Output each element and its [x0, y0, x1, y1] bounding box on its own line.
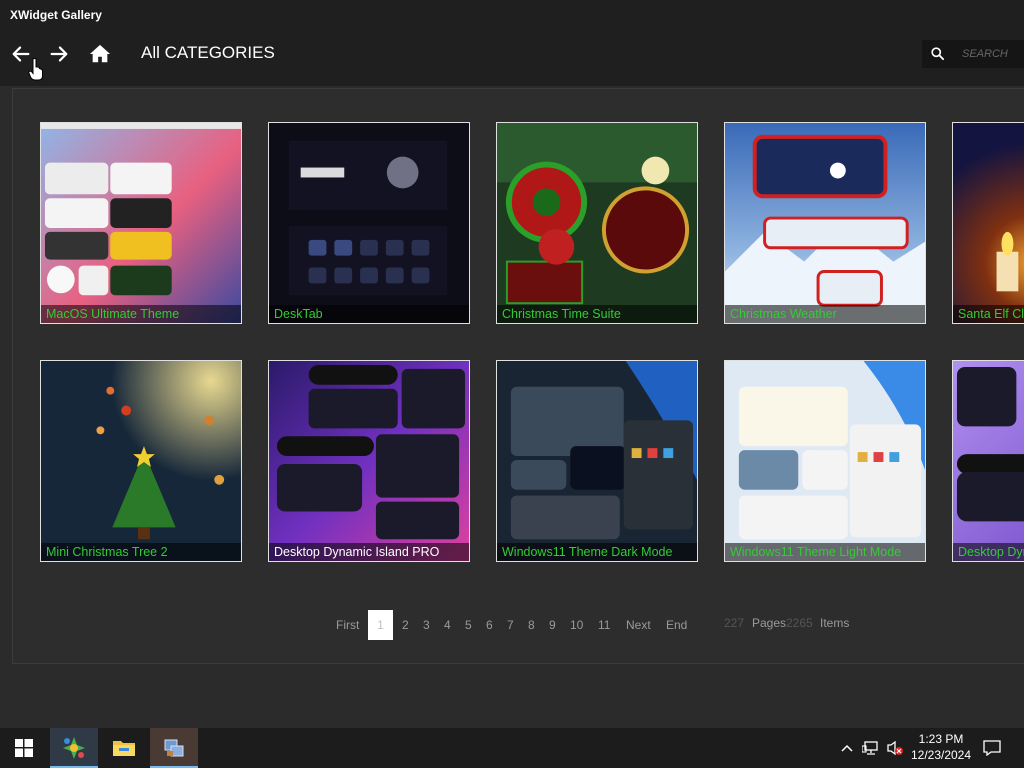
next-page-link[interactable]: Next — [626, 618, 651, 632]
widget-name: DeskTab — [269, 305, 469, 323]
taskbar-network-tool[interactable] — [150, 728, 198, 768]
page-link-5[interactable]: 5 — [465, 618, 472, 632]
arrow-left-icon — [12, 46, 30, 62]
widget-thumbnail — [269, 361, 469, 561]
widget-name: Desktop Dynamic Island PRO — [269, 543, 469, 561]
page-count: 227 — [724, 616, 745, 630]
widget-card[interactable]: Windows11 Theme Light Mode — [724, 360, 926, 562]
widget-card[interactable]: Christmas Weather — [724, 122, 926, 324]
start-button[interactable] — [0, 728, 48, 768]
pagination: First 1 2 3 4 5 6 7 8 9 10 11 Next End 2… — [0, 610, 1024, 642]
volume-button[interactable] — [884, 728, 906, 768]
widget-card[interactable]: Windows11 Theme Dark Mode — [496, 360, 698, 562]
volume-muted-icon — [887, 740, 903, 756]
arrow-right-icon — [50, 46, 68, 62]
widget-thumbnail — [497, 123, 697, 323]
nav-bar: All CATEGORIES — [0, 30, 1024, 86]
widget-card[interactable]: Desktop Dynamic Island — [952, 360, 1024, 562]
widget-thumbnail — [41, 123, 241, 323]
page-link-6[interactable]: 6 — [486, 618, 493, 632]
page-link-11[interactable]: 11 — [598, 618, 610, 632]
window-title: XWidget Gallery — [10, 8, 102, 22]
network-status-button[interactable] — [860, 728, 882, 768]
show-hidden-icons-button[interactable] — [838, 728, 856, 768]
taskbar-file-explorer[interactable] — [100, 728, 148, 768]
widget-card[interactable]: Christmas Time Suite — [496, 122, 698, 324]
items-label: Items — [820, 616, 850, 630]
back-button[interactable] — [7, 40, 35, 68]
widget-name: Christmas Time Suite — [497, 305, 697, 323]
widget-card[interactable]: Mini Christmas Tree 2 — [40, 360, 242, 562]
widget-thumbnail — [497, 361, 697, 561]
widget-name: Mini Christmas Tree 2 — [41, 543, 241, 561]
window-footer — [0, 664, 1024, 728]
gallery-panel: MacOS Ultimate Theme DeskTab Christmas T… — [12, 88, 1024, 664]
file-explorer-icon — [113, 741, 135, 756]
notification-icon — [983, 740, 1001, 756]
widget-thumbnail — [725, 361, 925, 561]
widget-card[interactable]: Santa Elf Clock — [952, 122, 1024, 324]
widget-name: Windows11 Theme Dark Mode — [497, 543, 697, 561]
widget-thumbnail — [269, 123, 469, 323]
network-icon — [862, 741, 878, 755]
category-title: All CATEGORIES — [141, 43, 275, 62]
last-page-link[interactable]: End — [666, 618, 687, 632]
page-link-2[interactable]: 2 — [402, 618, 409, 632]
page-link-10[interactable]: 10 — [570, 618, 583, 632]
item-count: 2265 — [786, 616, 813, 630]
page-link-4[interactable]: 4 — [444, 618, 451, 632]
widget-thumbnail — [725, 123, 925, 323]
widget-name: Christmas Weather — [725, 305, 925, 323]
widget-card[interactable]: MacOS Ultimate Theme — [40, 122, 242, 324]
page-link-1[interactable]: 1 — [368, 610, 393, 640]
widget-card[interactable]: Desktop Dynamic Island PRO — [268, 360, 470, 562]
search-box[interactable] — [922, 40, 1024, 68]
page-link-3[interactable]: 3 — [423, 618, 430, 632]
widget-name: Windows11 Theme Light Mode — [725, 543, 925, 561]
page-link-9[interactable]: 9 — [549, 618, 556, 632]
windows-start-icon — [15, 739, 33, 757]
widget-thumbnail — [41, 361, 241, 561]
action-center-button[interactable] — [978, 728, 1006, 768]
taskbar: 1:23 PM 12/23/2024 — [0, 728, 1024, 768]
clock-time: 1:23 PM — [918, 732, 964, 746]
home-button[interactable] — [86, 40, 114, 68]
widget-name: Santa Elf Clock — [953, 305, 1024, 323]
widget-thumbnail — [953, 123, 1024, 323]
taskbar-xwidget[interactable] — [50, 728, 98, 768]
xwidget-icon — [63, 737, 85, 759]
title-bar: XWidget Gallery — [0, 0, 1024, 30]
network-tool-icon — [164, 739, 184, 757]
clock-date: 12/23/2024 — [910, 748, 972, 762]
search-input[interactable] — [962, 45, 1022, 63]
search-icon — [931, 47, 945, 61]
page-link-7[interactable]: 7 — [507, 618, 514, 632]
first-page-link[interactable]: First — [336, 618, 359, 632]
widget-card[interactable]: DeskTab — [268, 122, 470, 324]
system-clock[interactable]: 1:23 PM 12/23/2024 — [906, 731, 976, 763]
home-icon — [89, 44, 111, 63]
widget-name: MacOS Ultimate Theme — [41, 305, 241, 323]
widget-name: Desktop Dynamic Island — [953, 543, 1024, 561]
page-link-8[interactable]: 8 — [528, 618, 535, 632]
widget-thumbnail — [953, 361, 1024, 561]
chevron-up-icon — [841, 744, 853, 752]
pages-label: Pages — [752, 616, 787, 630]
forward-button[interactable] — [45, 40, 73, 68]
